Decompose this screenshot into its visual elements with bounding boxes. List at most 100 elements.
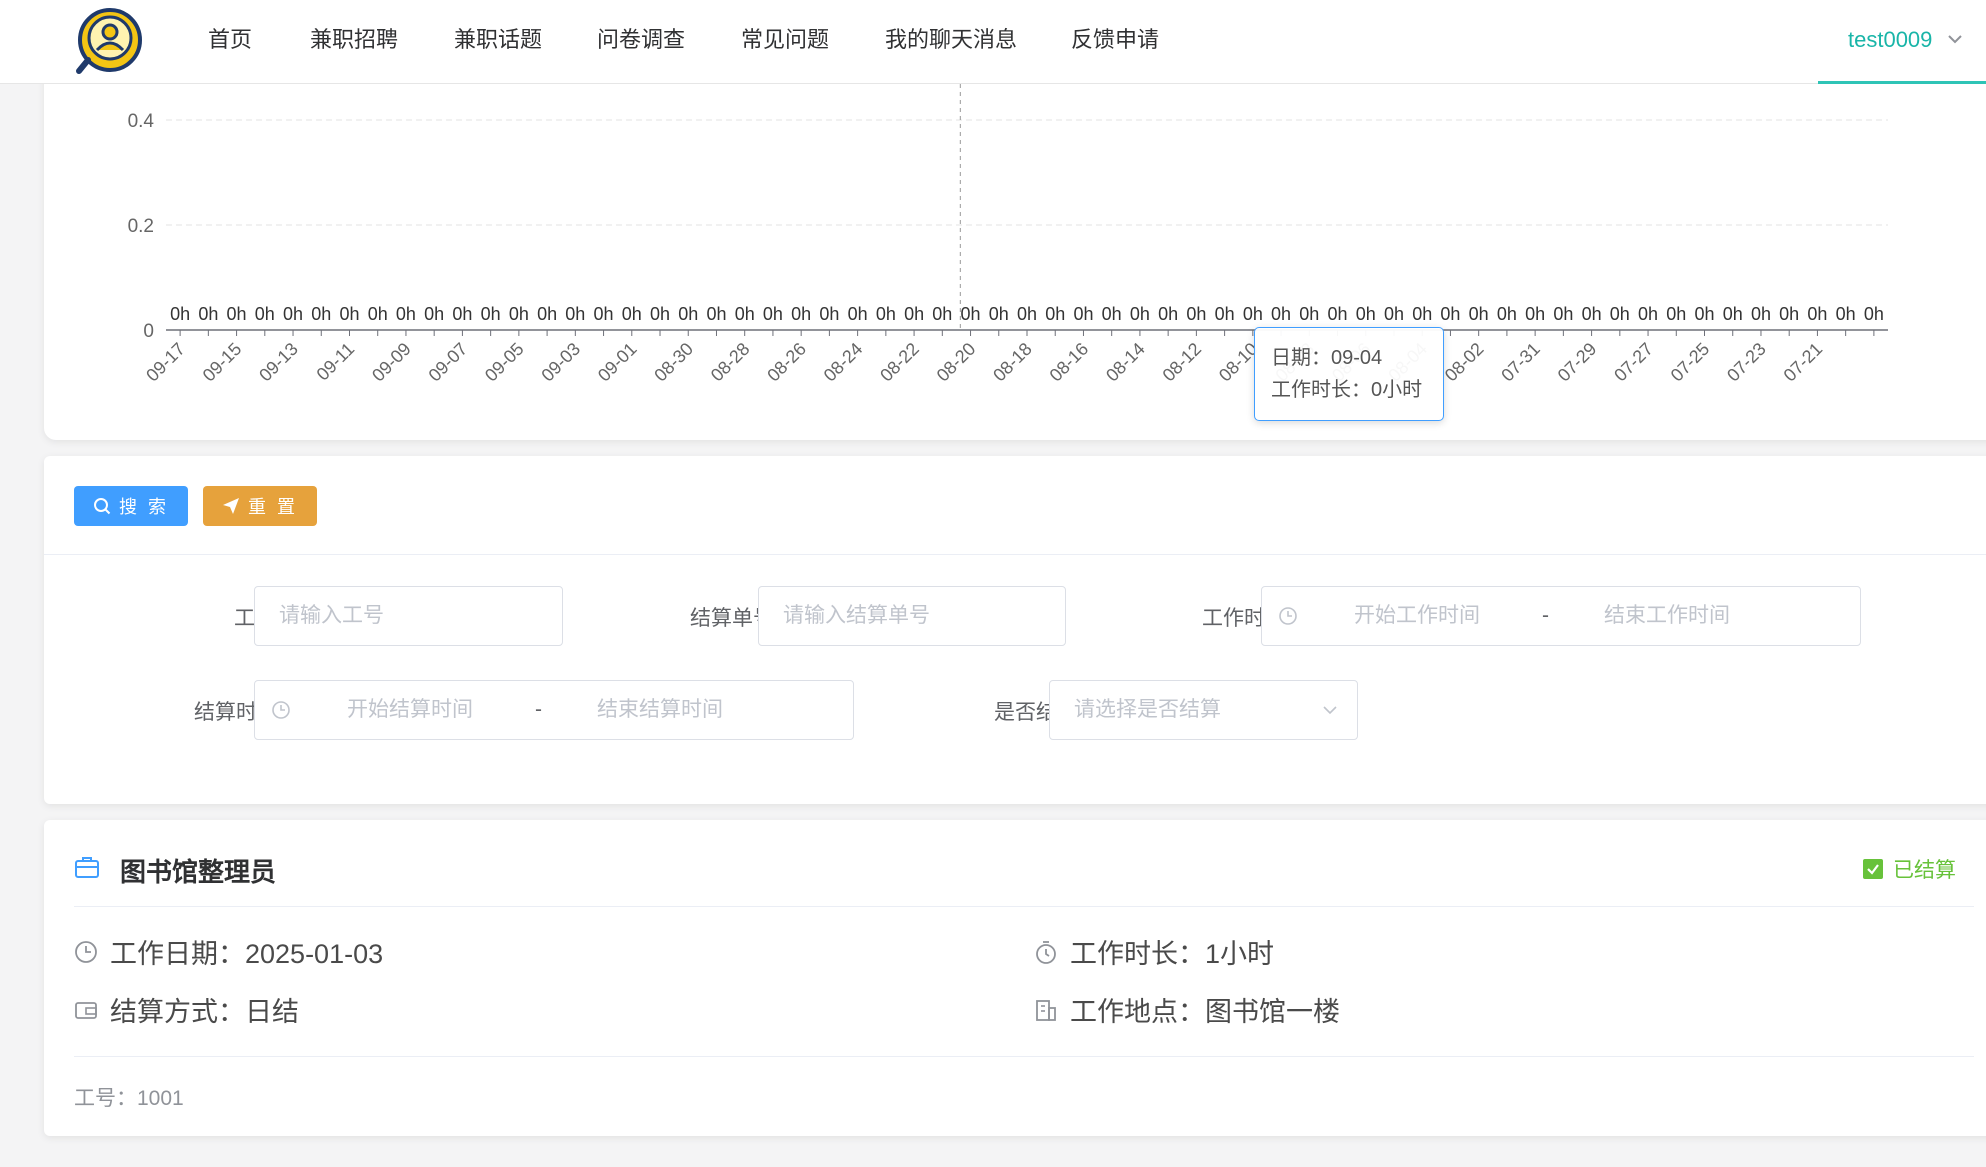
data-label: 0h	[1694, 304, 1714, 324]
data-label: 0h	[678, 304, 698, 324]
work-hours-chart-card: 0 0.2 0.4 0h 0h 0h 0h 0h 0h 0h 0h 0h 0h 0h 0h 0h 0h 0h 0h 0…	[44, 60, 1986, 440]
building-icon	[1036, 999, 1056, 1021]
data-label: 0h	[283, 304, 303, 324]
settlement-item-card[interactable]: 图书馆整理员 已结算 工作日期：2025-01-03 工作时长：1小时 结算方式…	[44, 820, 1986, 1136]
data-label: 0h	[1271, 304, 1291, 324]
work-date-info: 工作日期：2025-01-03	[74, 932, 383, 971]
work-time-end[interactable]: 结束工作时间	[1604, 587, 1730, 645]
data-label: 0h	[1836, 304, 1856, 324]
x-tick-label: 07-25	[1667, 339, 1714, 386]
logo-icon[interactable]	[76, 8, 144, 76]
data-label: 0h	[1497, 304, 1517, 324]
data-label: 0h	[1412, 304, 1432, 324]
data-label: 0h	[1186, 304, 1206, 324]
nav-feedback[interactable]: 反馈申请	[1071, 0, 1159, 80]
top-nav: 首页 兼职招聘 兼职话题 问卷调查 常见问题 我的聊天消息 反馈申请 test0…	[0, 0, 1986, 84]
duration-info: 工作时长：1小时	[1034, 932, 1274, 971]
data-label: 0h	[198, 304, 218, 324]
clock-icon	[272, 701, 290, 719]
data-label: 0h	[1807, 304, 1827, 324]
x-tick-label: 08-02	[1441, 339, 1488, 386]
work-date: 工作日期：2025-01-03	[110, 939, 384, 969]
is-settled-placeholder: 请选择是否结算	[1074, 698, 1221, 721]
data-label: 0h	[1723, 304, 1743, 324]
data-label: 0h	[904, 304, 924, 324]
divider	[74, 906, 1974, 907]
x-tick-label: 08-24	[820, 339, 867, 386]
username: test0009	[1848, 27, 1933, 52]
y-tick-label: 0	[143, 321, 154, 342]
job-number: 工号：1001	[74, 1087, 184, 1110]
work-time-start[interactable]: 开始工作时间	[1354, 587, 1480, 645]
x-tick-label: 08-20	[933, 339, 980, 386]
data-label: 0h	[1610, 304, 1630, 324]
data-label: 0h	[735, 304, 755, 324]
data-label: 0h	[961, 304, 981, 324]
x-tick-label: 08-16	[1046, 339, 1093, 386]
data-label: 0h	[537, 304, 557, 324]
data-label: 0h	[396, 304, 416, 324]
nav-faq[interactable]: 常见问题	[741, 0, 829, 80]
data-label: 0h	[452, 304, 472, 324]
data-label: 0h	[227, 304, 247, 324]
data-label: 0h	[819, 304, 839, 324]
x-tick-label: 09-05	[481, 339, 528, 386]
settle-no-input[interactable]: 请输入结算单号	[758, 586, 1066, 646]
y-tick-label: 0.2	[128, 216, 154, 237]
work-hours-chart: 0 0.2 0.4 0h 0h 0h 0h 0h 0h 0h 0h 0h 0h 0h 0h 0h 0h 0h 0h 0…	[128, 84, 1888, 386]
settle-time-range-picker[interactable]: 开始结算时间 - 结束结算时间	[254, 680, 854, 740]
work-time-range-picker[interactable]: 开始工作时间 - 结束工作时间	[1261, 586, 1861, 646]
x-tick-label: 08-14	[1102, 339, 1149, 386]
x-tick-label: 09-11	[313, 339, 359, 385]
item-title: 图书馆整理员	[120, 857, 277, 887]
settle-time-start[interactable]: 开始结算时间	[347, 681, 473, 739]
data-label: 0h	[1440, 304, 1460, 324]
search-button-label: 搜 索	[118, 497, 169, 517]
nav-topics[interactable]: 兼职话题	[454, 0, 542, 80]
data-label: 0h	[481, 304, 501, 324]
data-label: 0h	[1299, 304, 1319, 324]
settle-time-end[interactable]: 结束结算时间	[597, 681, 723, 739]
divider	[44, 554, 1986, 555]
chart-tooltip: 日期：09-04 工作时长：0小时	[1254, 327, 1444, 421]
data-label: 0h	[650, 304, 670, 324]
reset-button[interactable]: 重 置	[203, 486, 317, 526]
data-label: 0h	[1073, 304, 1093, 324]
job-no-input[interactable]: 请输入工号	[254, 586, 563, 646]
is-settled-select[interactable]: 请选择是否结算	[1049, 680, 1358, 740]
chevron-down-icon	[1323, 706, 1337, 715]
reset-button-label: 重 置	[247, 497, 298, 517]
data-label: 0h	[848, 304, 868, 324]
x-tick-label: 09-03	[537, 339, 584, 386]
duration: 工作时长：1小时	[1070, 939, 1275, 969]
data-label: 0h	[932, 304, 952, 324]
data-label: 0h	[1328, 304, 1348, 324]
data-label: 0h	[1638, 304, 1658, 324]
briefcase-icon	[75, 857, 99, 878]
user-menu[interactable]: test0009	[1818, 0, 1986, 84]
data-label: 0h	[1045, 304, 1065, 324]
nav-home[interactable]: 首页	[208, 0, 252, 80]
nav-jobs[interactable]: 兼职招聘	[310, 0, 398, 80]
x-tick-label: 07-23	[1723, 339, 1770, 386]
x-tick-label: 08-28	[707, 339, 754, 386]
data-label: 0h	[1384, 304, 1404, 324]
y-tick-label: 0.4	[128, 111, 155, 132]
data-label: 0h	[1130, 304, 1150, 324]
data-label: 0h	[1469, 304, 1489, 324]
data-label: 0h	[1666, 304, 1686, 324]
data-label: 0h	[311, 304, 331, 324]
nav-surveys[interactable]: 问卷调查	[597, 0, 685, 80]
data-label: 0h	[1525, 304, 1545, 324]
data-label: 0h	[509, 304, 529, 324]
data-label: 0h	[989, 304, 1009, 324]
send-icon	[222, 498, 239, 514]
x-tick-label: 08-30	[650, 339, 697, 386]
wallet-icon	[75, 1001, 97, 1019]
data-label: 0h	[1215, 304, 1235, 324]
work-time-separator: -	[1542, 604, 1549, 627]
nav-chat[interactable]: 我的聊天消息	[885, 0, 1017, 80]
data-label: 0h	[565, 304, 585, 324]
search-button[interactable]: 搜 索	[74, 486, 188, 526]
location: 工作地点：图书馆一楼	[1070, 997, 1340, 1027]
